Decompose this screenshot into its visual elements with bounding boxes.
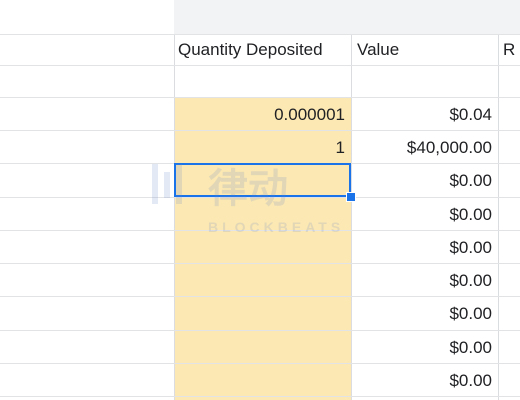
watermark-bar xyxy=(152,164,158,204)
value-cell[interactable]: $0.04 xyxy=(351,99,498,131)
header-partial[interactable]: R xyxy=(503,34,520,66)
value-cell[interactable]: $40,000.00 xyxy=(351,132,498,164)
gridline-horizontal xyxy=(0,197,520,198)
value-cell[interactable]: $0.00 xyxy=(351,232,498,264)
spreadsheet-grid: Quantity Deposited Value R 0.000001 $0.0… xyxy=(0,0,520,400)
value-cell[interactable]: $0.00 xyxy=(351,332,498,364)
quantity-cell[interactable] xyxy=(174,365,351,397)
selected-cell[interactable] xyxy=(174,163,351,197)
value-cell[interactable]: $0.00 xyxy=(351,165,498,197)
fill-handle[interactable] xyxy=(346,192,356,202)
gridline-horizontal xyxy=(0,330,520,331)
header-value[interactable]: Value xyxy=(357,34,497,66)
value-cell[interactable]: $0.00 xyxy=(351,365,498,397)
quantity-cell[interactable] xyxy=(174,298,351,330)
quantity-cell[interactable]: 1 xyxy=(174,132,351,164)
value-cell[interactable]: $0.00 xyxy=(351,265,498,297)
quantity-cell[interactable]: 0.000001 xyxy=(174,99,351,131)
quantity-cell[interactable] xyxy=(174,199,351,231)
column-header-band xyxy=(174,0,520,34)
watermark-bar xyxy=(164,172,170,198)
quantity-cell[interactable] xyxy=(174,332,351,364)
value-cell[interactable]: $0.00 xyxy=(351,199,498,231)
quantity-cell[interactable] xyxy=(174,265,351,297)
gridline-horizontal xyxy=(0,97,520,98)
gridline-vertical xyxy=(498,34,499,400)
header-quantity-deposited[interactable]: Quantity Deposited xyxy=(178,34,350,66)
value-cell[interactable]: $0.00 xyxy=(351,298,498,330)
quantity-cell[interactable] xyxy=(174,232,351,264)
